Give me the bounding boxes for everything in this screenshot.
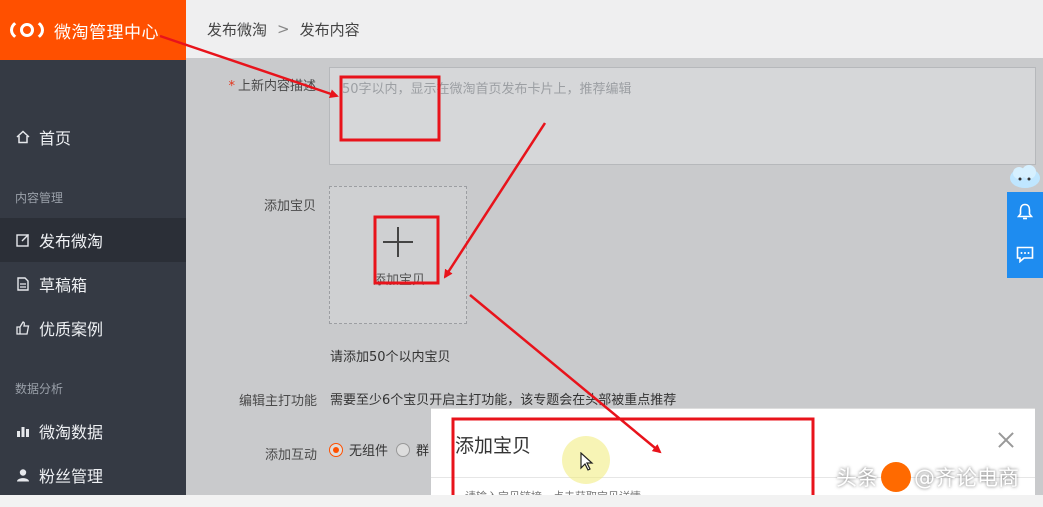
sidebar-item-label: 发布微淘 (39, 232, 104, 251)
required-mark: * (228, 79, 235, 94)
sidebar-item-label: 优质案例 (39, 320, 104, 339)
radio-group[interactable] (396, 442, 411, 457)
interact-radio-group: 无组件 群 (329, 440, 429, 459)
chat-icon (1016, 246, 1034, 267)
breadcrumb-parent[interactable]: 发布微淘 (207, 19, 267, 40)
breadcrumb: 发布微淘 > 发布内容 (186, 0, 1043, 58)
watermark-handle: @齐论电商 (914, 466, 1019, 490)
desc-textarea[interactable]: 50字以内，显示在微淘首页发布卡片上，推荐编辑 (329, 67, 1036, 165)
floating-toolbar (1007, 192, 1043, 278)
brand-title: 微淘管理中心 (54, 22, 159, 43)
desc-placeholder: 50字以内，显示在微淘首页发布卡片上，推荐编辑 (342, 82, 632, 97)
bar-chart-icon (15, 423, 31, 439)
sidebar-item-label: 粉丝管理 (39, 467, 104, 486)
sidebar-item-label: 微淘数据 (39, 423, 104, 442)
notification-button[interactable] (1007, 192, 1043, 235)
sidebar-item-stats[interactable]: 微淘数据 (0, 409, 186, 453)
sidebar: 微淘管理中心 首页 内容管理 发布微淘 草稿箱 优质案例 数据分析 微淘数据 粉… (0, 0, 186, 507)
sidebar-item-fans[interactable]: 粉丝管理 (0, 453, 186, 497)
home-icon (15, 129, 31, 145)
interact-label: 添加互动 (264, 448, 317, 463)
focus-text: 需要至少6个宝贝开启主打功能，该专题会在头部被重点推荐 (330, 393, 677, 408)
watermark-logo-icon (881, 462, 911, 492)
message-button[interactable] (1007, 235, 1043, 278)
sidebar-section-data: 数据分析 (15, 382, 64, 396)
sidebar-item-drafts[interactable]: 草稿箱 (0, 262, 186, 306)
taskbar-strip (0, 495, 1043, 507)
sidebar-section-content: 内容管理 (15, 191, 64, 205)
modal-title: 添加宝贝 (455, 435, 532, 457)
radio-none-label: 无组件 (349, 444, 389, 459)
desc-label: * 上新内容描述 (228, 79, 316, 94)
draft-icon (15, 276, 31, 292)
breadcrumb-separator: > (277, 20, 290, 38)
sidebar-item-publish[interactable]: 发布微淘 (0, 218, 186, 262)
sidebar-item-home[interactable]: 首页 (0, 115, 186, 159)
thumbs-up-icon (15, 320, 31, 336)
sidebar-item-label: 草稿箱 (39, 276, 88, 295)
radio-none[interactable] (329, 442, 343, 457)
mouse-cursor-icon (580, 451, 594, 476)
sidebar-item-cases[interactable]: 优质案例 (0, 306, 186, 350)
sidebar-item-label: 首页 (39, 129, 72, 148)
bell-icon (1016, 203, 1034, 225)
add-item-text: 添加宝贝 (372, 273, 425, 288)
close-icon[interactable] (997, 431, 1015, 449)
brand-logo-icon (10, 16, 44, 44)
add-item-modal: 添加宝贝 (431, 408, 1035, 507)
user-icon (15, 467, 31, 483)
edit-icon (15, 232, 31, 248)
breadcrumb-current: 发布内容 (299, 20, 360, 39)
radio-group-label: 群 (416, 444, 430, 459)
focus-label: 编辑主打功能 (238, 394, 317, 409)
brand-bar[interactable]: 微淘管理中心 (0, 0, 186, 60)
add-item-button[interactable]: 添加宝贝 (329, 186, 467, 324)
watermark: 头条 @齐论电商 (836, 462, 1019, 492)
add-item-hint: 请添加50个以内宝贝 (330, 350, 451, 365)
add-item-label: 添加宝贝 (263, 199, 316, 214)
cloud-mascot-icon[interactable] (1008, 163, 1042, 191)
watermark-prefix: 头条 (836, 466, 878, 490)
